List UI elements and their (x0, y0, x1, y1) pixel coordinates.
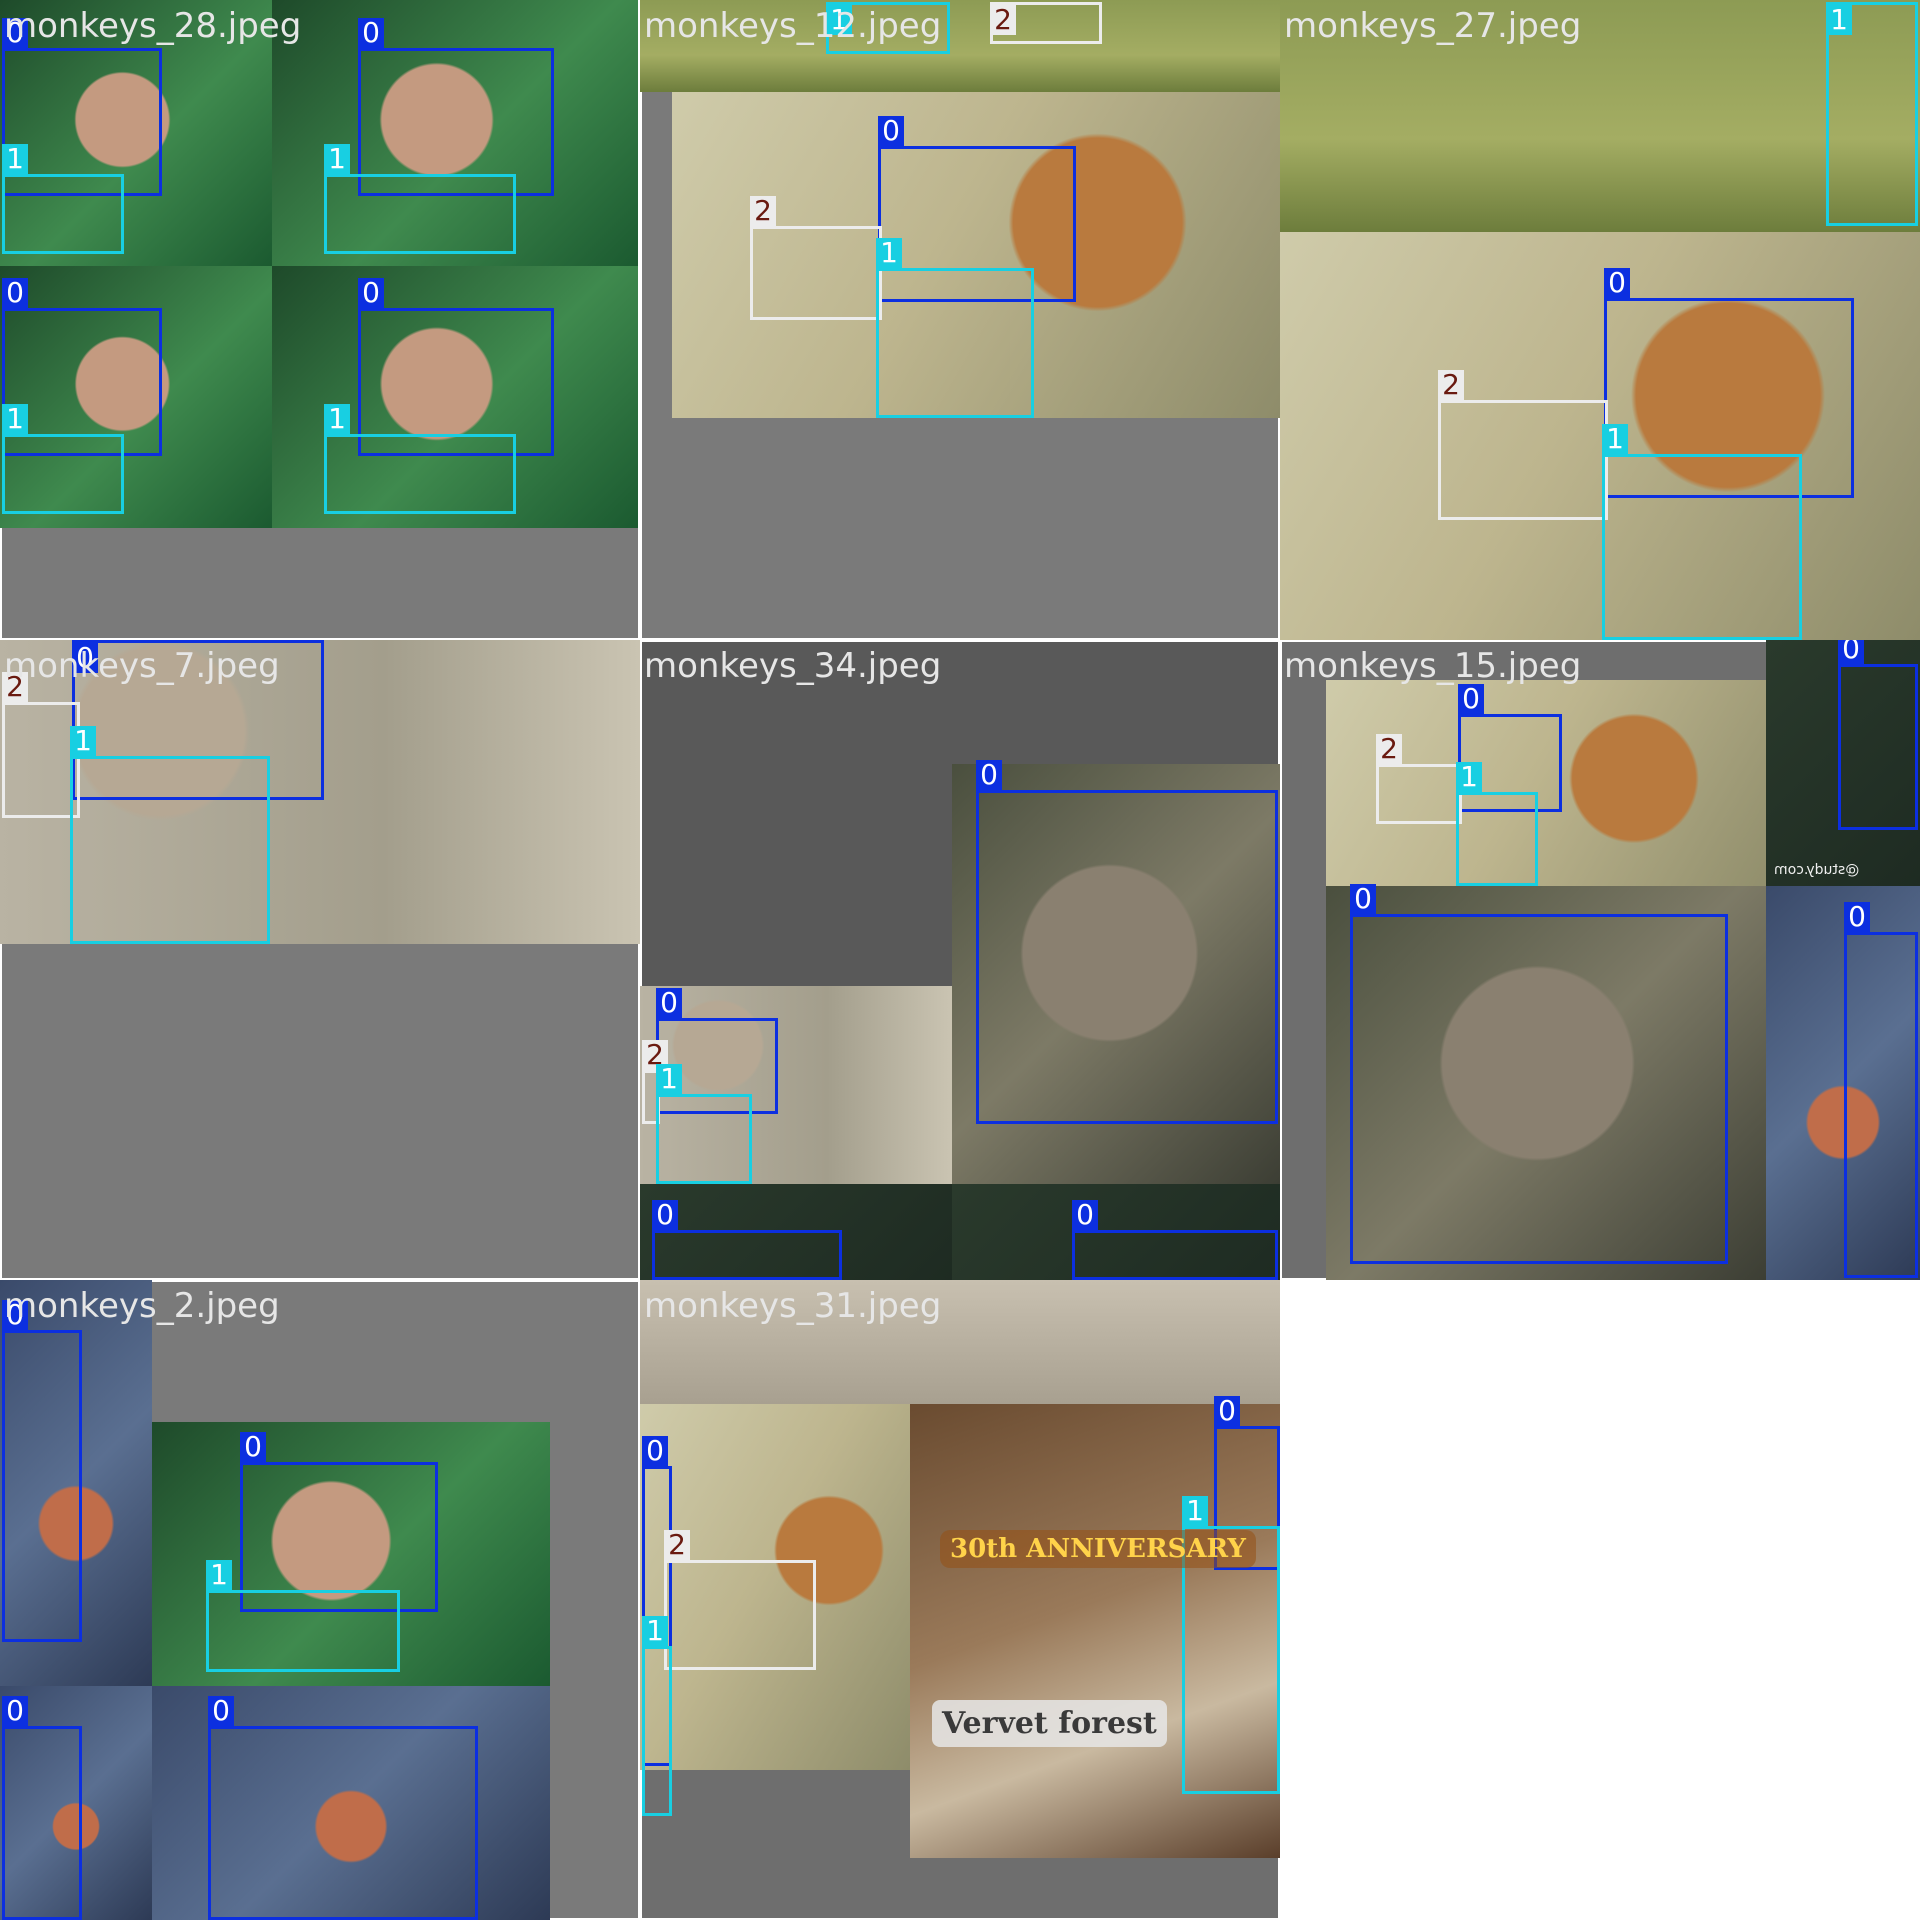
bbox-label: 1 (324, 404, 350, 434)
bbox-label: 2 (1438, 370, 1464, 400)
bbox: 2 (1376, 734, 1462, 824)
bbox-label: 0 (1844, 902, 1870, 932)
bbox: 0 (1844, 902, 1918, 1278)
tile-title: monkeys_28.jpeg (4, 6, 302, 46)
bbox-label: 0 (652, 1200, 678, 1230)
tile-monkeys-31: 30th ANNIVERSARY Vervet forest monkeys_3… (640, 1280, 1280, 1920)
bbox-label: 0 (1604, 268, 1630, 298)
bbox: 2 (1438, 370, 1608, 520)
bbox-label: 1 (206, 1560, 232, 1590)
bbox: 2 (750, 196, 882, 320)
bbox: 2 (664, 1530, 816, 1670)
bbox-label: 0 (656, 988, 682, 1018)
bbox: 2 (2, 672, 80, 818)
bbox-label: 0 (878, 116, 904, 146)
bbox: 1 (1602, 424, 1802, 640)
tile-title: monkeys_7.jpeg (4, 646, 280, 686)
tile-monkeys-28: monkeys_28.jpeg 0 1 0 1 0 1 0 1 (0, 0, 640, 640)
bbox-label: 2 (1376, 734, 1402, 764)
bbox-label: 0 (1072, 1200, 1098, 1230)
bbox: 1 (1826, 2, 1918, 226)
bbox: 1 (324, 404, 516, 514)
bbox-label: 0 (240, 1432, 266, 1462)
bbox: 0 (2, 1300, 82, 1642)
bbox-label: 0 (358, 278, 384, 308)
anniversary-logo: 30th ANNIVERSARY (940, 1530, 1256, 1568)
bbox: 0 (1072, 1200, 1278, 1280)
bbox: 1 (324, 144, 516, 254)
bbox: 1 (656, 1064, 752, 1184)
bbox-label: 1 (70, 726, 96, 756)
bbox: 1 (876, 238, 1034, 418)
bbox-label: 0 (1838, 640, 1864, 664)
tile-monkeys-34: monkeys_34.jpeg 0 0 2 1 0 0 (640, 640, 1280, 1280)
tile-monkeys-12: monkeys_12.jpeg 1 2 0 2 1 (640, 0, 1280, 640)
tile-monkeys-2: monkeys_2.jpeg 0 0 1 0 0 (0, 1280, 640, 1920)
bbox-label: 0 (1458, 684, 1484, 714)
bbox-label: 2 (990, 5, 1016, 35)
bbox: 1 (1456, 762, 1538, 886)
bbox-label: 1 (1182, 1496, 1208, 1526)
bbox: 0 (652, 1200, 842, 1280)
tile-title: monkeys_34.jpeg (644, 646, 942, 686)
bbox-label: 0 (2, 278, 28, 308)
bbox: 0 (2, 1696, 82, 1920)
vervet-forest-logo: Vervet forest (932, 1700, 1167, 1747)
bbox: 1 (2, 404, 124, 514)
bbox-label: 0 (1214, 1396, 1240, 1426)
mosaic-grid: monkeys_28.jpeg 0 1 0 1 0 1 0 1 monkeys_… (0, 0, 1920, 1920)
bbox: 0 (1838, 640, 1918, 830)
bbox: 0 (208, 1696, 478, 1920)
tile-title: monkeys_2.jpeg (4, 1286, 280, 1326)
bbox: 1 (206, 1560, 400, 1672)
bbox: 1 (2, 144, 124, 254)
tile-monkeys-7: monkeys_7.jpeg 0 2 1 (0, 640, 640, 1280)
bbox: 0 (976, 760, 1278, 1124)
watermark: @study.com (1774, 862, 1860, 878)
bbox-label: 1 (656, 1064, 682, 1094)
bbox-label: 0 (208, 1696, 234, 1726)
bbox: 2 (990, 2, 1102, 44)
bbox-label: 0 (2, 1696, 28, 1726)
tile-monkeys-15: @study.com monkeys_15.jpeg 0 2 1 0 0 0 (1280, 640, 1920, 1280)
tile-title: monkeys_15.jpeg (1284, 646, 1582, 686)
bbox-label: 1 (1456, 762, 1482, 792)
bbox-label: 2 (750, 196, 776, 226)
bbox: 0 (1350, 884, 1728, 1264)
bbox-label: 2 (664, 1530, 690, 1560)
bbox-label: 1 (642, 1616, 668, 1646)
bbox: 1 (642, 1616, 672, 1816)
bbox-label: 1 (1602, 424, 1628, 454)
bbox-label: 1 (324, 144, 350, 174)
tile-title: monkeys_27.jpeg (1284, 6, 1582, 46)
bbox-label: 1 (1826, 5, 1852, 35)
bbox-label: 0 (358, 18, 384, 48)
bbox-label: 1 (2, 144, 28, 174)
bbox-label: 1 (2, 404, 28, 434)
tile-monkeys-27: monkeys_27.jpeg 1 0 2 1 (1280, 0, 1920, 640)
bbox-label: 0 (976, 760, 1002, 790)
tile-title: monkeys_12.jpeg (644, 6, 942, 46)
bbox-label: 0 (642, 1436, 668, 1466)
bbox-label: 0 (1350, 884, 1376, 914)
tile-title: monkeys_31.jpeg (644, 1286, 942, 1326)
bbox: 1 (70, 726, 270, 944)
bbox-label: 1 (876, 238, 902, 268)
